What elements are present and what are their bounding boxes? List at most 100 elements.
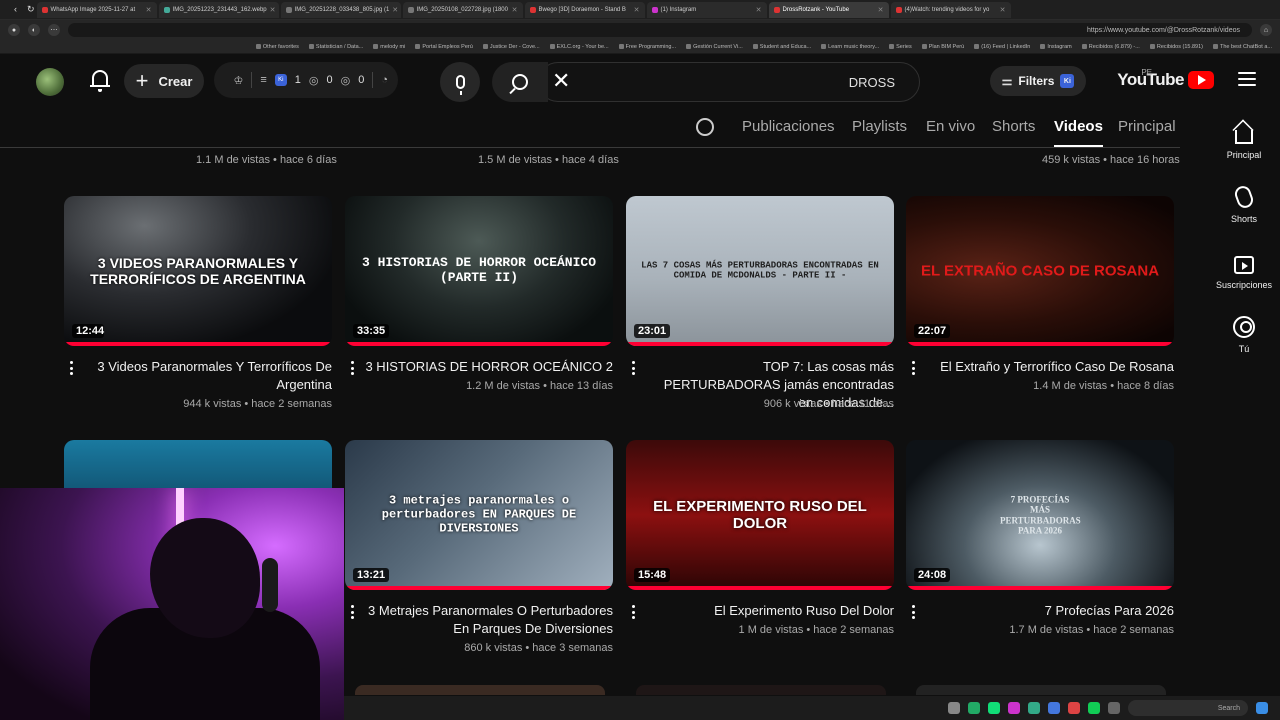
more-options-icon[interactable] xyxy=(908,360,918,376)
app-icon[interactable] xyxy=(968,702,980,714)
rail-item-suscripciones[interactable]: Suscripciones xyxy=(1208,252,1280,290)
bookmark-item[interactable]: Recibidos (6.879) -... xyxy=(1082,44,1140,50)
close-icon[interactable]: ✕ xyxy=(634,6,640,14)
tab-en-vivo[interactable]: En vivo xyxy=(926,118,975,135)
back-icon[interactable]: ‹ xyxy=(14,4,17,15)
bookmark-item[interactable]: melody mi xyxy=(373,44,405,50)
bookmark-item[interactable]: Recibidos (15.891) xyxy=(1150,44,1203,50)
settings-icon[interactable] xyxy=(948,702,960,714)
bookmark-item[interactable]: Portal Empleos Perú xyxy=(415,44,472,50)
browser-tab[interactable]: WhatsApp Image 2025-11-27 at ✕ xyxy=(36,1,157,18)
channel-search-icon[interactable] xyxy=(696,118,714,136)
bookmark-item[interactable]: Student and Educa... xyxy=(753,44,811,50)
chat-icon[interactable]: ● xyxy=(8,24,20,36)
extensions-icon[interactable]: ⋯ xyxy=(48,24,60,36)
browser-tab[interactable]: IMG_20251223_231443_162.webp ✕ xyxy=(158,1,279,18)
bookmark-folder[interactable]: Other favorites xyxy=(256,44,299,50)
app-icon[interactable] xyxy=(988,702,1000,714)
close-icon[interactable]: ✕ xyxy=(270,6,276,14)
eye-icon[interactable]: ◎ xyxy=(309,74,319,87)
video-title[interactable]: 3 Videos Paranormales Y Terroríficos De … xyxy=(84,358,332,394)
tab-publicaciones[interactable]: Publicaciones xyxy=(742,118,835,135)
bookmark-item[interactable]: Gestión Current Vi... xyxy=(686,44,743,50)
filters-button[interactable]: ⚌ Filters Ki xyxy=(990,66,1086,96)
app-icon[interactable] xyxy=(1088,702,1100,714)
close-icon[interactable]: ✕ xyxy=(146,6,152,14)
bookmark-item[interactable]: Statistician / Data... xyxy=(309,44,363,50)
bookmark-item[interactable]: Series xyxy=(889,44,912,50)
video-thumbnail[interactable]: LAS 7 COSAS MÁS PERTURBADORAS ENCONTRADA… xyxy=(626,196,894,346)
browser-tab-active[interactable]: DrossRotzank - YouTube ✕ xyxy=(768,1,889,18)
clear-search-icon[interactable]: ✕ xyxy=(552,68,570,94)
reload-icon[interactable]: ↻ xyxy=(27,4,35,15)
taskbar-search[interactable]: Search xyxy=(1128,700,1248,716)
more-options-icon[interactable] xyxy=(628,604,638,620)
ext-badge[interactable]: Ki xyxy=(274,74,287,86)
more-options-icon[interactable] xyxy=(66,360,76,376)
home-icon[interactable]: ⌂ xyxy=(1260,24,1272,36)
rail-item-shorts[interactable]: Shorts xyxy=(1208,183,1280,224)
rail-item-tu[interactable]: Tú xyxy=(1208,316,1280,354)
profile-icon[interactable]: ◐ xyxy=(28,24,40,36)
trophy-icon[interactable]: ♔ xyxy=(233,74,243,87)
browser-tab[interactable]: Bwego [3D] Doraemon - Stand B ✕ xyxy=(524,1,645,18)
more-options-icon[interactable] xyxy=(347,604,357,620)
app-icon[interactable] xyxy=(1028,702,1040,714)
close-icon[interactable]: ✕ xyxy=(1000,6,1006,14)
duration-badge: 24:08 xyxy=(914,568,951,582)
tab-shorts[interactable]: Shorts xyxy=(992,118,1035,135)
video-title[interactable]: 7 Profecías Para 2026 xyxy=(926,602,1174,620)
rail-item-principal[interactable]: Principal xyxy=(1208,122,1280,160)
video-thumbnail[interactable]: 3 VIDEOS PARANORMALES Y TERRORÍFICOS DE … xyxy=(64,196,332,346)
close-icon[interactable]: ✕ xyxy=(512,6,518,14)
video-thumbnail[interactable]: EL EXPERIMENTO RUSO DEL DOLOR 15:48 xyxy=(626,440,894,590)
bookmark-item[interactable]: (16) Feed | LinkedIn xyxy=(974,44,1030,50)
bookmark-item[interactable]: EXLC.org - Your be... xyxy=(550,44,609,50)
bookmark-item[interactable]: Plan BIM Perú xyxy=(922,44,964,50)
voice-search-button[interactable] xyxy=(440,62,480,102)
video-thumbnail[interactable]: 3 HISTORIAS DE HORROR OCEÁNICO (PARTE II… xyxy=(345,196,613,346)
bookmark-item[interactable]: Free Programming... xyxy=(619,44,676,50)
browser-tab[interactable]: IMG_20251228_033438_805.jpg (1 ✕ xyxy=(280,1,401,18)
app-icon[interactable] xyxy=(1008,702,1020,714)
video-title[interactable]: El Extraño y Terrorífico Caso De Rosana xyxy=(926,358,1174,376)
bookmark-item[interactable]: Justice Der - Cove... xyxy=(483,44,540,50)
search-button[interactable] xyxy=(492,62,548,102)
menu-icon[interactable] xyxy=(1238,72,1256,86)
bookmark-item[interactable]: Instagram xyxy=(1040,44,1071,50)
video-title[interactable]: El Experimento Ruso Del Dolor xyxy=(646,602,894,620)
browser-tab[interactable]: (4)Watch: trending videos for yo ✕ xyxy=(890,1,1011,18)
video-thumbnail[interactable]: EL EXTRAÑO CASO DE ROSANA 22:07 xyxy=(906,196,1174,346)
tab-videos[interactable]: Videos xyxy=(1054,118,1103,147)
create-button[interactable]: Crear + xyxy=(124,64,204,98)
video-title[interactable]: 3 Metrajes Paranormales O Perturbadores … xyxy=(365,602,613,638)
url-field[interactable]: https://www.youtube.com/@DrossRotzank/vi… xyxy=(68,23,1252,37)
app-icon[interactable] xyxy=(1068,702,1080,714)
more-options-icon[interactable] xyxy=(347,360,357,376)
eye-icon[interactable]: ◎ xyxy=(341,74,351,87)
more-options-icon[interactable] xyxy=(908,604,918,620)
windows-start-icon[interactable] xyxy=(1256,702,1268,714)
app-icon[interactable] xyxy=(1048,702,1060,714)
browser-tab[interactable]: (1) Instagram ✕ xyxy=(646,1,767,18)
video-title[interactable]: 3 HISTORIAS DE HORROR OCEÁNICO 2 xyxy=(365,358,613,376)
rail-label: Principal xyxy=(1226,150,1262,160)
more-options-icon[interactable] xyxy=(628,360,638,376)
close-icon[interactable]: ✕ xyxy=(392,6,398,14)
tab-principal[interactable]: Principal xyxy=(1118,118,1176,135)
close-icon[interactable]: ✕ xyxy=(756,6,762,14)
youtube-logo[interactable]: YouTube xyxy=(1117,70,1214,90)
notifications-bell-icon[interactable] xyxy=(88,68,112,94)
avatar[interactable] xyxy=(36,68,64,96)
bookmark-item[interactable]: Learn music theory... xyxy=(821,44,879,50)
tab-playlists[interactable]: Playlists xyxy=(852,118,907,135)
list-icon[interactable]: ≡ xyxy=(260,74,266,86)
bookmark-item[interactable]: The best ChatBot a... xyxy=(1213,44,1272,50)
app-icon[interactable] xyxy=(1108,702,1120,714)
search-input[interactable]: DROSS xyxy=(538,62,920,102)
video-thumbnail[interactable]: 7 PROFECÍAS MÁS PERTURBADORAS PARA 2026 … xyxy=(906,440,1174,590)
browser-tab[interactable]: IMG_20250108_022728.jpg (1800 ✕ xyxy=(402,1,523,18)
close-icon[interactable]: ✕ xyxy=(878,6,884,14)
video-thumbnail[interactable]: 3 metrajes paranormales o perturbadores … xyxy=(345,440,613,590)
history-icon[interactable]: ◔ xyxy=(381,74,388,86)
